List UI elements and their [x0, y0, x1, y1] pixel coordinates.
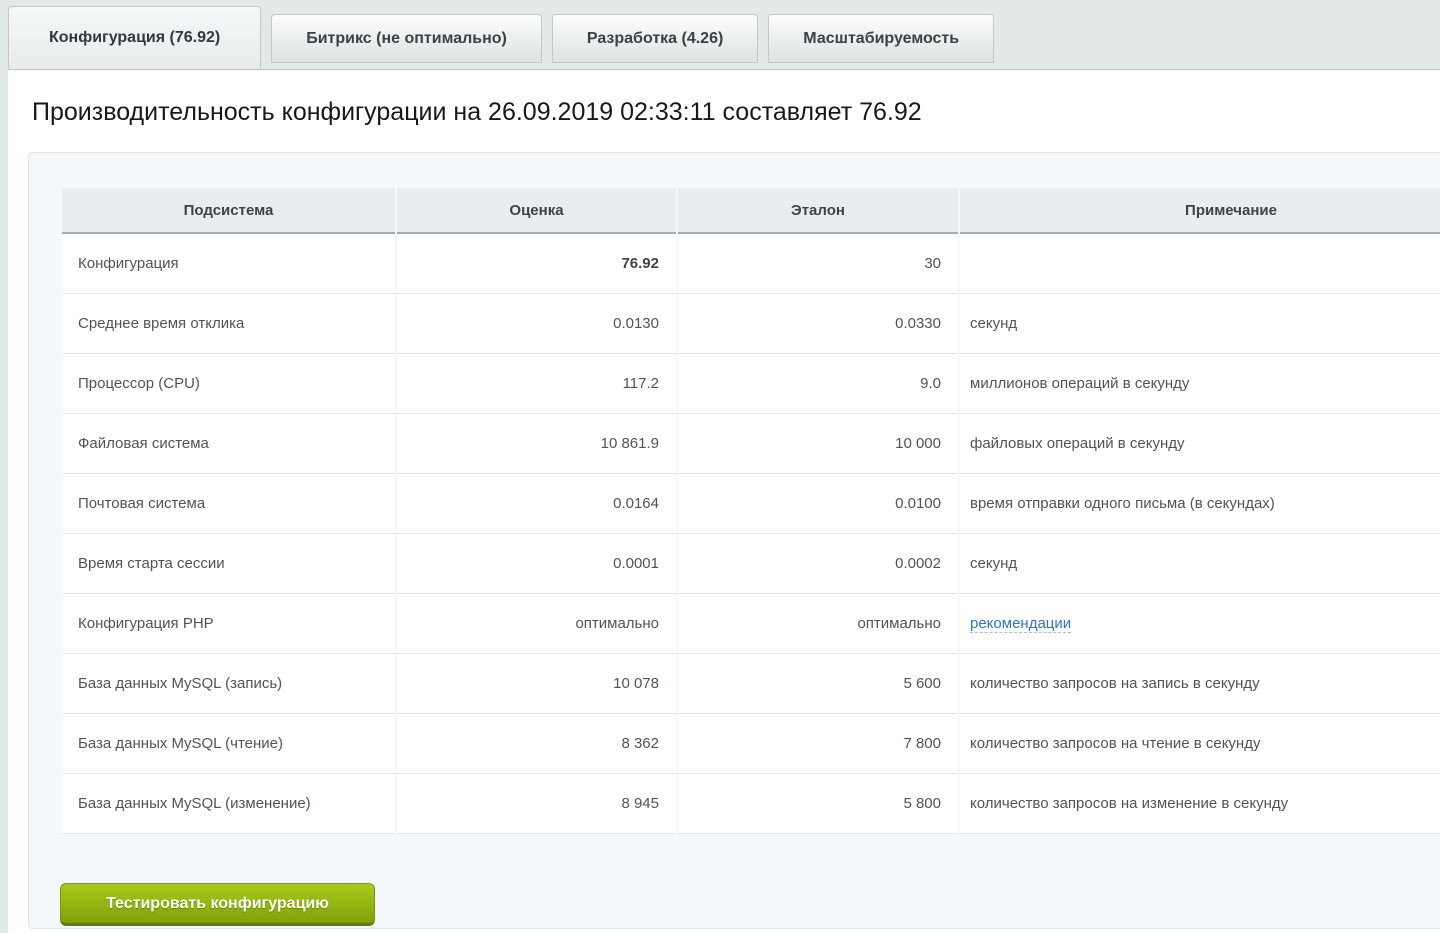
tab-bar: Конфигурация (76.92)Битрикс (не оптималь… [8, 0, 994, 69]
recommendations-link[interactable]: рекомендации [970, 615, 1071, 633]
test-configuration-button[interactable]: Тестировать конфигурацию [60, 883, 375, 926]
tab-1[interactable]: Битрикс (не оптимально) [271, 14, 542, 63]
note-cell: время отправки одного письма (в секундах… [960, 474, 1440, 534]
etalon-cell: оптимально [678, 594, 958, 654]
score-cell: 0.0164 [397, 474, 676, 534]
subsystem-cell: База данных MySQL (запись) [62, 654, 395, 714]
score-cell: 10 078 [397, 654, 676, 714]
note-cell: рекомендации [960, 594, 1440, 654]
column-header-2: Эталон [678, 188, 958, 234]
table-row: Время старта сессии0.00010.0002секунд [62, 534, 1440, 594]
etalon-cell: 30 [678, 234, 958, 294]
table-header-row: ПодсистемаОценкаЭталонПримечание [62, 188, 1440, 234]
subsystem-cell: Конфигурация [62, 234, 395, 294]
etalon-cell: 10 000 [678, 414, 958, 474]
etalon-cell: 5 800 [678, 774, 958, 834]
etalon-cell: 0.0330 [678, 294, 958, 354]
table-row: Процессор (CPU)117.29.0миллионов операци… [62, 354, 1440, 414]
column-header-1: Оценка [397, 188, 676, 234]
page-title: Производительность конфигурации на 26.09… [32, 98, 922, 126]
score-cell: 0.0001 [397, 534, 676, 594]
score-cell: 0.0130 [397, 294, 676, 354]
subsystem-cell: База данных MySQL (чтение) [62, 714, 395, 774]
table-row: Конфигурация 76.92 30 [62, 234, 1440, 294]
subsystem-cell: Почтовая система [62, 474, 395, 534]
note-cell: секунд [960, 294, 1440, 354]
etalon-cell: 0.0100 [678, 474, 958, 534]
tab-3[interactable]: Масштабируемость [768, 14, 994, 63]
score-cell: 76.92 [397, 234, 676, 294]
table-row: Конфигурация PHPоптимальнооптимальнореко… [62, 594, 1440, 654]
note-cell: секунд [960, 534, 1440, 594]
subsystem-cell: Процессор (CPU) [62, 354, 395, 414]
note-cell: файловых операций в секунду [960, 414, 1440, 474]
subsystem-cell: Среднее время отклика [62, 294, 395, 354]
tab-2[interactable]: Разработка (4.26) [552, 14, 758, 63]
table-row: Почтовая система0.01640.0100время отправ… [62, 474, 1440, 534]
etalon-cell: 5 600 [678, 654, 958, 714]
score-value-bold: 76.92 [621, 255, 659, 272]
subsystem-cell: База данных MySQL (изменение) [62, 774, 395, 834]
note-cell: количество запросов на изменение в секун… [960, 774, 1440, 834]
etalon-cell: 7 800 [678, 714, 958, 774]
table-row: Файловая система10 861.910 000файловых о… [62, 414, 1440, 474]
note-cell: количество запросов на запись в секунду [960, 654, 1440, 714]
tab-0[interactable]: Конфигурация (76.92) [8, 6, 261, 69]
table-body: Конфигурация76.9230Среднее время отклика… [62, 234, 1440, 834]
note-cell [960, 234, 1440, 294]
table-row: База данных MySQL (изменение)8 9455 800к… [62, 774, 1440, 834]
subsystem-cell: Конфигурация PHP [62, 594, 395, 654]
table-row: База данных MySQL (чтение)8 3627 800коли… [62, 714, 1440, 774]
etalon-cell: 9.0 [678, 354, 958, 414]
column-header-3: Примечание [960, 188, 1440, 234]
table-row: База данных MySQL (запись)10 0785 600кол… [62, 654, 1440, 714]
score-cell: 117.2 [397, 354, 676, 414]
score-cell: 8 362 [397, 714, 676, 774]
performance-table: ПодсистемаОценкаЭталонПримечание Конфигу… [60, 188, 1440, 834]
note-cell: количество запросов на чтение в секунду [960, 714, 1440, 774]
score-cell: 10 861.9 [397, 414, 676, 474]
etalon-cell: 0.0002 [678, 534, 958, 594]
note-cell: миллионов операций в секунду [960, 354, 1440, 414]
subsystem-cell: Время старта сессии [62, 534, 395, 594]
score-cell: 8 945 [397, 774, 676, 834]
table-row: Среднее время отклика0.01300.0330секунд [62, 294, 1440, 354]
column-header-0: Подсистема [62, 188, 395, 234]
score-cell: оптимально [397, 594, 676, 654]
subsystem-cell: Файловая система [62, 414, 395, 474]
